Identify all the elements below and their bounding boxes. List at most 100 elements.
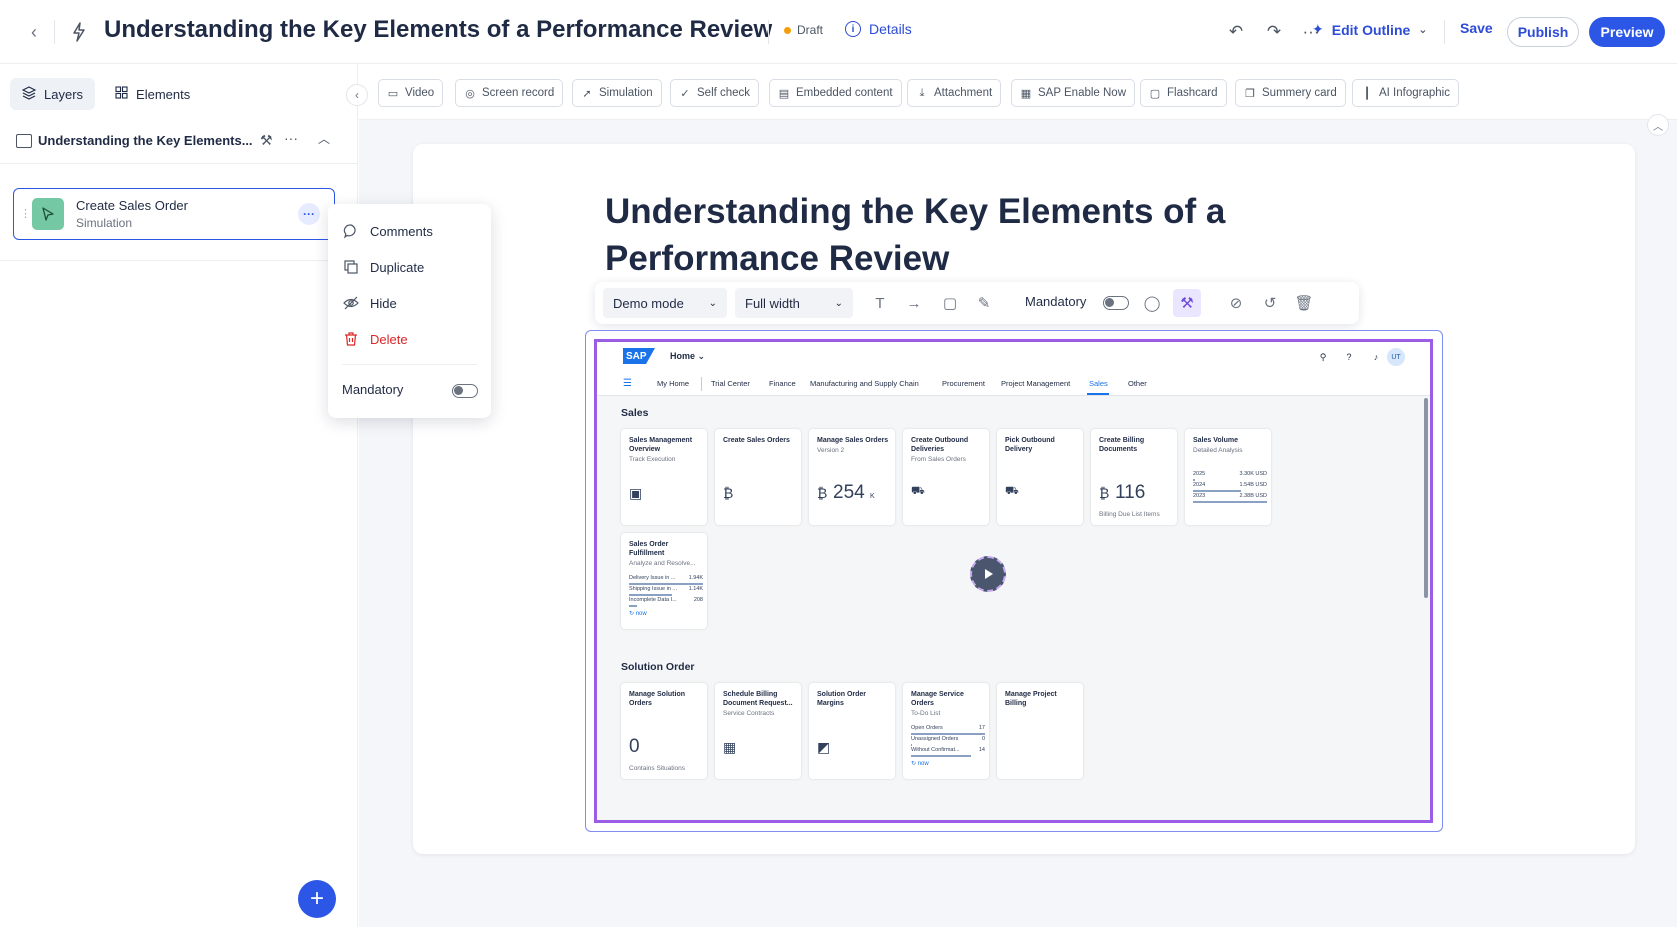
sap-nav-item[interactable]: Procurement xyxy=(942,379,985,388)
grid-icon xyxy=(115,86,128,102)
reset-icon[interactable]: ↺ xyxy=(1259,292,1281,314)
layout-icon: ▦ xyxy=(1020,87,1032,100)
sap-section-title: Solution Order xyxy=(621,661,695,673)
publish-button[interactable]: Publish xyxy=(1507,17,1579,47)
magic-wand-icon[interactable]: ⚒ xyxy=(1173,289,1201,317)
left-panel: Layers Elements ‹ Understanding the Key … xyxy=(0,64,368,927)
editor-app: ‹ Understanding the Key Elements of a Pe… xyxy=(0,0,1677,927)
sap-nav-bar: ☰ My Home Trial Center Finance Manufactu… xyxy=(597,372,1430,396)
tile-title: Pick Outbound Delivery xyxy=(1005,437,1055,453)
sap-tile[interactable]: Manage Project Billing xyxy=(997,683,1083,779)
sap-tile[interactable]: Solution Order Margins ◩ xyxy=(809,683,895,779)
magic-wand-icon[interactable]: ⚒ xyxy=(260,132,273,149)
row-value: 3.30K USD xyxy=(1239,471,1267,477)
menu-item-delete[interactable]: Delete xyxy=(342,330,408,348)
tab-layers[interactable]: Layers xyxy=(10,78,96,110)
toolbar-embedded-content-button[interactable]: ▤ Embedded content xyxy=(769,79,902,107)
frame-icon[interactable]: ▢ xyxy=(939,292,961,314)
row-key: Incomplete Data I... xyxy=(629,597,677,603)
pencil-icon[interactable]: ✎ xyxy=(973,292,995,314)
toolbar-ai-infographic-button[interactable]: ┃ AI Infographic xyxy=(1352,79,1459,107)
menu-item-duplicate[interactable]: Duplicate xyxy=(342,258,424,276)
lesson-icon xyxy=(16,134,32,148)
sap-nav-item[interactable]: My Home xyxy=(657,379,689,388)
menu-divider xyxy=(342,364,477,365)
eye-off-icon[interactable]: ⊘ xyxy=(1225,292,1247,314)
row-key: Without Confirmat... xyxy=(911,747,960,753)
save-button[interactable]: Save xyxy=(1460,20,1493,36)
width-select[interactable]: Full width ⌄ xyxy=(735,288,853,318)
toolbar-sap-enable-now-button[interactable]: ▦ SAP Enable Now xyxy=(1011,79,1136,107)
sap-nav-item[interactable]: Manufacturing and Supply Chain xyxy=(810,379,919,388)
edit-outline-button[interactable]: ✦ Edit Outline ⌄ xyxy=(1312,21,1428,38)
lesson-title[interactable]: Understanding the Key Elements of a Perf… xyxy=(605,188,1305,282)
sap-tile[interactable]: Sales Order Fulfillment Analyze and Reso… xyxy=(621,533,707,629)
simulation-frame[interactable]: SAP Home ⌄ ⚲ ? ♪ UT ☰ My Home Trial Cent… xyxy=(585,330,1443,832)
add-button[interactable]: + xyxy=(298,880,336,918)
toolbar-screen-record-button[interactable]: ◎ Screen record xyxy=(455,79,564,107)
back-icon[interactable]: ‹ xyxy=(22,20,46,44)
avatar[interactable]: UT xyxy=(1387,348,1405,366)
sap-nav-item-sales[interactable]: Sales xyxy=(1089,379,1108,388)
mandatory-toggle[interactable] xyxy=(1103,296,1129,310)
trash-icon xyxy=(342,330,360,348)
row-key: Delivery Issue in ... xyxy=(629,575,676,581)
menu-item-hide[interactable]: Hide xyxy=(342,294,397,312)
tile-bar xyxy=(1193,501,1267,503)
tab-elements[interactable]: Elements xyxy=(103,78,202,110)
sap-home-menu[interactable]: Home ⌄ xyxy=(670,351,705,362)
button-label: Attachment xyxy=(934,87,993,99)
details-button[interactable]: i Details xyxy=(845,21,912,37)
tile-title: Sales Volume xyxy=(1193,437,1239,444)
sap-tile[interactable]: Create Outbound Deliveries From Sales Or… xyxy=(903,429,989,525)
play-icon[interactable] xyxy=(970,556,1006,592)
sap-tile[interactable]: Manage Service Orders To-Do List Open Or… xyxy=(903,683,989,779)
menu-item-comments[interactable]: Comments xyxy=(342,222,433,240)
truck-icon: ⛟ xyxy=(911,485,925,497)
more-icon[interactable]: ··· xyxy=(284,130,298,146)
more-icon[interactable]: ··· xyxy=(298,203,320,225)
bell-icon[interactable]: ♪ xyxy=(1369,350,1383,364)
sap-tile[interactable]: Create Billing Documents ₿ 116 Billing D… xyxy=(1091,429,1177,525)
preview-button[interactable]: Preview xyxy=(1589,17,1665,47)
toolbar-flashcard-button[interactable]: ▢ Flashcard xyxy=(1140,79,1227,107)
step-card[interactable]: ⋮⋮ Create Sales Order Simulation ··· xyxy=(13,188,335,240)
comment-icon[interactable]: ◯ xyxy=(1141,292,1163,314)
toolbar-attachment-button[interactable]: ⤓ Attachment xyxy=(907,79,1002,107)
menu-icon[interactable]: ☰ xyxy=(623,378,632,389)
status-label: Draft xyxy=(797,23,824,37)
undo-icon[interactable]: ↶ xyxy=(1224,20,1248,44)
simulation-screen[interactable]: SAP Home ⌄ ⚲ ? ♪ UT ☰ My Home Trial Cent… xyxy=(594,339,1433,823)
sap-tile[interactable]: Sales Management Overview Track Executio… xyxy=(621,429,707,525)
outline-header[interactable]: Understanding the Key Elements... ⚒ ··· … xyxy=(0,120,358,164)
trash-icon[interactable]: 🗑 xyxy=(1293,292,1315,314)
sap-scrollbar[interactable] xyxy=(1424,398,1428,598)
redo-icon[interactable]: ↷ xyxy=(1262,20,1286,44)
toolbar-summery-card-button[interactable]: ❐ Summery card xyxy=(1235,79,1346,107)
sap-tile[interactable]: Sales Volume Detailed Analysis 2025 3.30K… xyxy=(1185,429,1271,525)
tile-subtitle: Track Execution xyxy=(629,456,676,463)
arrow-hotspot-icon[interactable]: → xyxy=(903,292,925,314)
mandatory-toggle[interactable] xyxy=(452,384,478,398)
step-subtitle: Simulation xyxy=(76,216,133,230)
sap-tile[interactable]: Manage Solution Orders 0 Contains Situat… xyxy=(621,683,707,779)
toolbar-simulation-button[interactable]: ➚ Simulation xyxy=(572,79,662,107)
sap-tile[interactable]: Create Sales Orders ₿ xyxy=(715,429,801,525)
sap-tile[interactable]: Manage Sales Orders Version 2 ₿ 254 K xyxy=(809,429,895,525)
search-icon[interactable]: ⚲ xyxy=(1316,350,1330,364)
collapse-panel-icon[interactable]: ‹ xyxy=(346,84,368,106)
toolbar-video-button[interactable]: ▭ Video xyxy=(378,79,444,107)
sap-tile[interactable]: Pick Outbound Delivery ⛟ xyxy=(997,429,1083,525)
help-icon[interactable]: ? xyxy=(1342,350,1356,364)
sap-nav-item[interactable]: Trial Center xyxy=(711,379,750,388)
sap-nav-item[interactable]: Other xyxy=(1128,379,1147,388)
text-icon[interactable]: T xyxy=(869,292,891,314)
mode-select[interactable]: Demo mode ⌄ xyxy=(603,288,727,318)
toolbar-self-check-button[interactable]: ✓ Self check xyxy=(670,79,760,107)
status-dot xyxy=(784,26,791,34)
chevron-up-icon[interactable]: ︿ xyxy=(318,130,330,147)
sap-tile[interactable]: Schedule Billing Document Request... Ser… xyxy=(715,683,801,779)
sap-nav-item[interactable]: Project Management xyxy=(1001,379,1070,388)
sap-nav-item[interactable]: Finance xyxy=(769,379,796,388)
chevron-up-icon[interactable]: ︿ xyxy=(1647,114,1669,136)
